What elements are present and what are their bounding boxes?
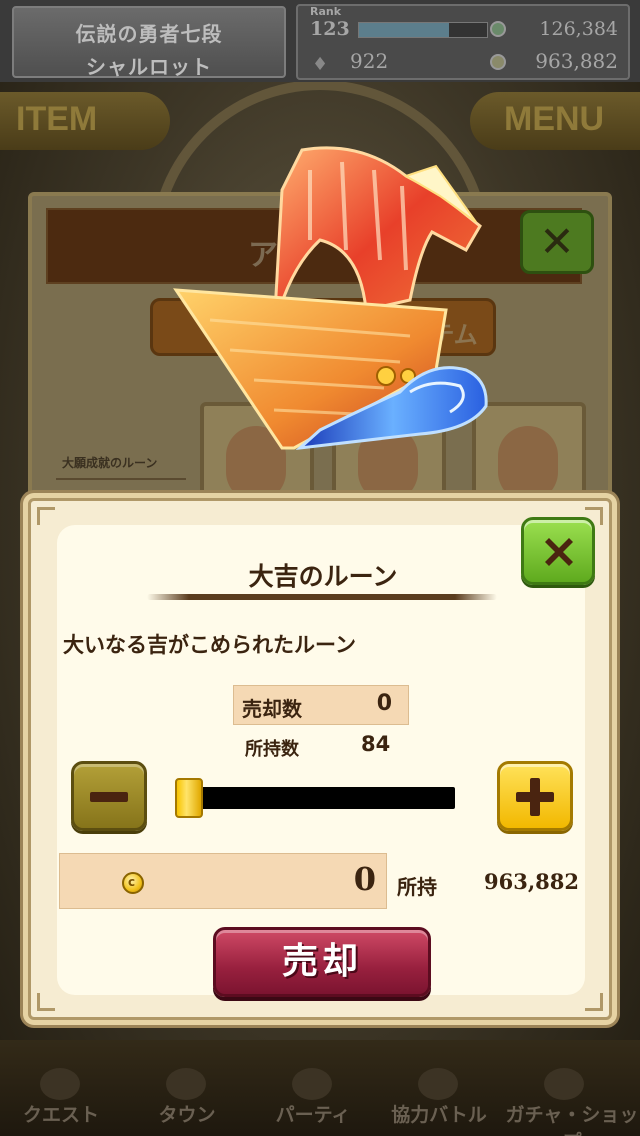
frame-corner bbox=[37, 993, 55, 1011]
background-tab-2[interactable]: テム bbox=[332, 298, 496, 356]
coop-battle-icon bbox=[418, 1068, 458, 1100]
rank-value: 123 bbox=[310, 18, 350, 40]
rank-label: Rank bbox=[310, 5, 342, 18]
increase-button[interactable] bbox=[497, 761, 573, 831]
frame-corner bbox=[585, 993, 603, 1011]
background-item-dialog: ア ✕ テム 大願成就のルーン bbox=[28, 192, 612, 522]
nav-coop-battle-label: 協力バトル bbox=[391, 1104, 487, 1126]
sell-count-label: 売却数 bbox=[242, 697, 302, 721]
background-close-button[interactable]: ✕ bbox=[520, 210, 594, 274]
nav-town-label: タウン bbox=[158, 1104, 216, 1126]
coin-symbol: c bbox=[128, 875, 136, 889]
sale-price-value: 0 bbox=[353, 860, 376, 898]
rune-thumbnail bbox=[498, 426, 558, 502]
background-sidebar-label: 大願成就のルーン bbox=[62, 456, 158, 470]
nav-quest[interactable]: クエスト bbox=[0, 1068, 122, 1130]
background-tab-1[interactable] bbox=[150, 298, 350, 356]
decrease-button[interactable] bbox=[71, 761, 147, 831]
nav-quest-label: クエスト bbox=[22, 1104, 99, 1126]
town-icon bbox=[166, 1068, 206, 1100]
rank-progress-bar bbox=[358, 22, 488, 38]
minus-icon bbox=[90, 792, 128, 802]
gem-value: 922 bbox=[350, 49, 389, 73]
sale-price-box: c 0 bbox=[59, 853, 387, 909]
nav-coop-battle[interactable]: 協力バトル bbox=[378, 1068, 500, 1130]
rank-progress-fill bbox=[359, 23, 449, 37]
resource-box: Rank 123 126,384 ♦ 922 963,882 bbox=[296, 4, 630, 80]
sell-dialog: 大吉のルーン 大いなる吉がこめられたルーン 売却数 0 所持数 84 c 0 所… bbox=[28, 498, 612, 1020]
coin-icon: c bbox=[122, 872, 144, 894]
title-divider bbox=[147, 594, 497, 600]
frame-corner bbox=[37, 507, 55, 525]
item-name: 大吉のルーン bbox=[248, 562, 398, 591]
nav-party-label: パーティ bbox=[275, 1104, 351, 1126]
coin-icon bbox=[490, 54, 506, 70]
player-title: 伝説の勇者七段 bbox=[75, 22, 223, 46]
nav-gacha-shop[interactable]: ガチャ・ショップ bbox=[504, 1068, 640, 1136]
held-coins-label: 所持 bbox=[397, 875, 437, 899]
owned-count-value: 84 bbox=[361, 732, 391, 756]
owned-count-label: 所持数 bbox=[245, 739, 299, 760]
held-coins-value: 963,882 bbox=[484, 869, 579, 894]
sell-count-value: 0 bbox=[376, 691, 392, 716]
slider-handle[interactable] bbox=[175, 778, 203, 818]
nav-party[interactable]: パーティ bbox=[252, 1068, 374, 1130]
sell-count-box: 売却数 0 bbox=[233, 685, 409, 725]
gacha-shop-icon bbox=[544, 1068, 584, 1100]
gem-icon: ♦ bbox=[312, 54, 329, 75]
top-status-bar: 伝説の勇者七段 シャルロット Rank 123 126,384 ♦ 922 96… bbox=[0, 0, 640, 82]
party-icon bbox=[292, 1068, 332, 1100]
menu-button[interactable]: MENU bbox=[470, 92, 640, 150]
rune-thumbnail bbox=[226, 426, 286, 502]
quest-icon bbox=[40, 1068, 80, 1100]
player-name: シャルロット bbox=[86, 55, 212, 79]
rune-thumbnail bbox=[358, 426, 418, 502]
item-button[interactable]: ITEM bbox=[0, 92, 170, 150]
quantity-slider[interactable] bbox=[175, 778, 455, 818]
player-info-box: 伝説の勇者七段 シャルロット bbox=[12, 6, 286, 79]
stamina-value: 126,384 bbox=[539, 18, 618, 40]
item-description: 大いなる吉がこめられたルーン bbox=[63, 633, 356, 657]
background-dialog-header: ア bbox=[46, 208, 582, 284]
coin-value: 963,882 bbox=[535, 49, 618, 73]
sell-button[interactable]: 売却 bbox=[213, 927, 431, 997]
background-sidebar-divider bbox=[56, 478, 186, 480]
nav-town[interactable]: タウン bbox=[126, 1068, 248, 1130]
stamina-icon bbox=[490, 21, 506, 37]
